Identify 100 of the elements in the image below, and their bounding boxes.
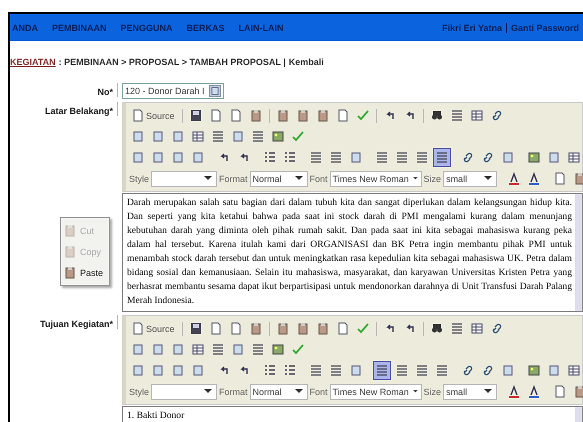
format-dropdown[interactable]: Normal bbox=[250, 170, 308, 186]
box-icon bbox=[232, 130, 244, 143]
align-lines-icon bbox=[330, 151, 342, 164]
align-lines-icon bbox=[310, 364, 322, 377]
size-dropdown[interactable]: small bbox=[443, 170, 498, 186]
font-dropdown[interactable]: Times New Roman bbox=[330, 170, 422, 186]
link-icon bbox=[490, 109, 503, 122]
table-icon bbox=[192, 343, 204, 356]
dropdown-label: Format bbox=[219, 174, 248, 184]
box-icon bbox=[152, 364, 164, 377]
link-icon bbox=[490, 322, 503, 335]
box-icon bbox=[502, 151, 514, 164]
align-lines-icon bbox=[436, 151, 448, 164]
text-color-icon bbox=[508, 385, 520, 398]
link-icon bbox=[482, 151, 494, 164]
image-icon bbox=[272, 130, 284, 143]
page-icon bbox=[230, 109, 242, 122]
page-icon bbox=[210, 322, 222, 335]
back-link[interactable]: Kembali bbox=[288, 57, 324, 79]
box-icon bbox=[192, 364, 204, 377]
box-icon bbox=[350, 364, 362, 377]
box-icon bbox=[232, 343, 244, 356]
list-icon bbox=[264, 364, 276, 377]
format-dropdown[interactable]: Normal bbox=[250, 384, 308, 400]
field-label: Latar Belakang* bbox=[10, 102, 118, 116]
link-icon bbox=[482, 364, 494, 377]
toolbar-button[interactable] bbox=[433, 148, 451, 167]
align-lines-icon bbox=[450, 109, 463, 122]
breadcrumb-trail: : PEMBINAAN > PROPOSAL > TAMBAH PROPOSAL | bbox=[58, 57, 286, 69]
editor-text-area[interactable]: Darah merupakan salah satu bagian dari dalam tubuh kita dan sangat diperlukan dalam kelangsungan hidup kita. Dan seperti yang kita ketahui bahwa pada saat ini stock darah di PMI mengalami kurang dalam menunjang kebutuhan darah yang diminta oleh pihak rumah sakit. Dan pada saat ini kita sebagai mahasiswa kurang peka dalam hal tersebut. Karena itulah kami dari ORGANISASI dan BK Petra ingin membantu pihak PMI untuk menambah stock darah tersebut dan untuk meningkatkan rasa kepedulian kita sebagai mahasiswa UK. Petra dalam bidang sosial dan kemanusiaan. Selain itu mahasiswa, masyarakat, dan karyawan Universitas Kristen Petra yang berhasrat membantu sesama dapat ikut berpartisipasi untuk mendonorkan darahnya di Unit Transfusi Darah Palang Merah Indonesia. bbox=[122, 193, 583, 312]
check-icon bbox=[292, 130, 304, 143]
toolbar-button[interactable]: Source bbox=[129, 106, 178, 125]
align-lines-icon bbox=[252, 343, 264, 356]
page-icon bbox=[210, 109, 222, 122]
box-icon bbox=[172, 130, 184, 143]
box-icon bbox=[172, 364, 184, 377]
box-icon bbox=[132, 343, 144, 356]
image-icon bbox=[272, 343, 284, 356]
clipboard-icon bbox=[64, 224, 76, 237]
box-icon bbox=[192, 151, 204, 164]
box-icon bbox=[132, 151, 144, 164]
clipboard-icon bbox=[276, 322, 289, 335]
align-lines-icon bbox=[416, 364, 428, 377]
table-icon bbox=[568, 151, 580, 164]
box-icon bbox=[152, 130, 164, 143]
editor-text-area[interactable]: 1. Bakti Donor bbox=[122, 406, 583, 422]
size-dropdown[interactable]: small bbox=[443, 384, 498, 400]
binoculars-icon bbox=[430, 109, 443, 122]
align-lines-icon bbox=[212, 343, 224, 356]
align-lines-icon bbox=[376, 151, 388, 164]
dropdown-label: Size bbox=[424, 386, 442, 396]
undo-arrow-icon bbox=[218, 364, 230, 377]
dropdown-label: Font bbox=[310, 386, 328, 396]
list-icon bbox=[284, 151, 296, 164]
menu-item[interactable]: Paste bbox=[61, 262, 109, 283]
dropdown-label: Format bbox=[219, 386, 248, 396]
align-lines-icon bbox=[310, 151, 322, 164]
align-lines-icon bbox=[252, 130, 264, 143]
align-lines-icon bbox=[212, 130, 224, 143]
box-icon bbox=[132, 130, 144, 143]
image-icon bbox=[528, 364, 540, 377]
box-icon bbox=[548, 151, 560, 164]
page-icon bbox=[336, 322, 349, 335]
breadcrumb-link[interactable]: KEGIATAN bbox=[10, 57, 56, 79]
undo-arrow-icon bbox=[218, 151, 230, 164]
clipboard-icon bbox=[250, 109, 262, 122]
align-lines-icon bbox=[450, 322, 463, 335]
toolbar-button[interactable] bbox=[373, 361, 391, 380]
dropdown-label: Size bbox=[424, 174, 442, 184]
select-field[interactable]: 120 - Donor Darah I bbox=[122, 83, 224, 99]
align-lines-icon bbox=[376, 364, 388, 377]
table-icon bbox=[568, 364, 580, 377]
link-icon bbox=[462, 151, 474, 164]
box-icon bbox=[350, 151, 362, 164]
page-icon bbox=[132, 109, 144, 122]
font-dropdown[interactable]: Times New Roman bbox=[330, 384, 422, 400]
toolbar-button[interactable]: Source bbox=[129, 319, 178, 338]
table-icon bbox=[470, 322, 483, 335]
dropdown-label: Style bbox=[129, 174, 150, 184]
table-icon bbox=[192, 130, 204, 143]
list-icon bbox=[264, 151, 276, 164]
page-icon bbox=[132, 322, 144, 335]
binoculars-icon bbox=[430, 322, 443, 335]
clipboard-icon bbox=[296, 322, 309, 335]
text-color-icon bbox=[508, 172, 520, 185]
box-icon bbox=[132, 364, 144, 377]
undo-arrow-icon bbox=[238, 151, 250, 164]
clipboard-icon bbox=[250, 322, 262, 335]
align-lines-icon bbox=[396, 364, 408, 377]
align-lines-icon bbox=[416, 151, 428, 164]
clipboard-icon bbox=[316, 322, 329, 335]
box-icon bbox=[152, 343, 164, 356]
field-label: No* bbox=[10, 83, 118, 97]
table-icon bbox=[470, 109, 483, 122]
box-icon bbox=[152, 151, 164, 164]
undo-arrow-icon bbox=[238, 364, 250, 377]
dropdown-label: Style bbox=[129, 386, 150, 396]
page-icon bbox=[554, 385, 566, 398]
clipboard-icon bbox=[296, 109, 309, 122]
clipboard-icon bbox=[276, 109, 289, 122]
